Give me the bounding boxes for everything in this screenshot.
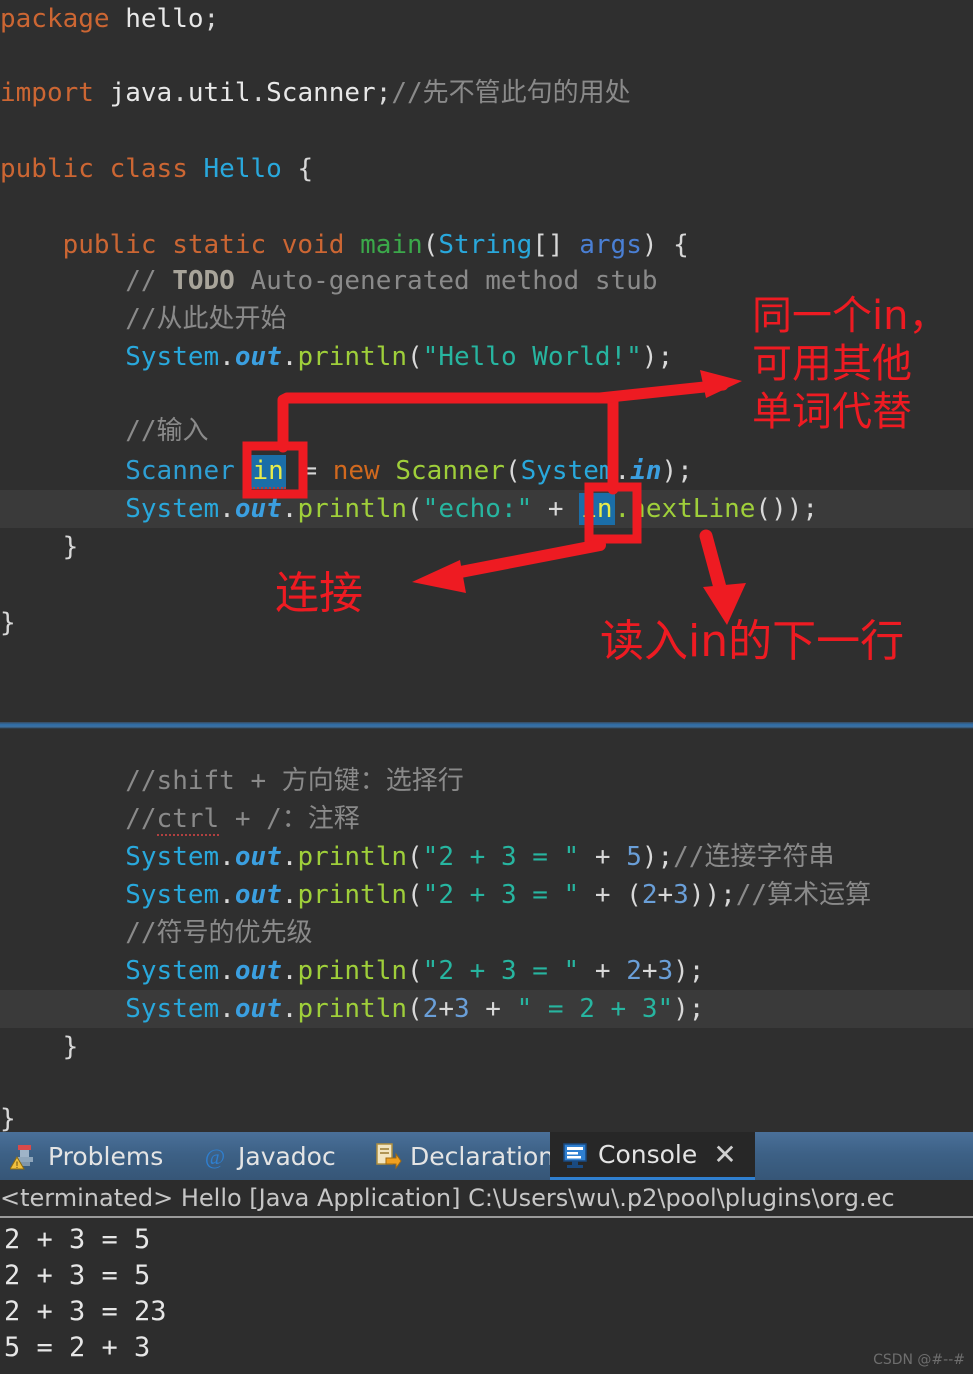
tab-console[interactable]: Console ✕ [550, 1132, 755, 1180]
code-line[interactable] [0, 1066, 973, 1104]
tab-declaration-label: Declaration [410, 1141, 555, 1171]
code-line[interactable]: Scanner in = new Scanner(System.in); [0, 452, 973, 490]
tab-javadoc[interactable]: @ Javadoc [200, 1132, 336, 1180]
code-line[interactable] [0, 376, 973, 414]
code-line[interactable]: //从此处开始 [0, 300, 973, 338]
code-line[interactable]: //ctrl + /：注释 [0, 800, 973, 838]
console-panel: ! Problems @ Javadoc Declaration Console… [0, 1132, 973, 1374]
code-line[interactable]: System.out.println("Hello World!"); [0, 338, 973, 376]
console-icon [560, 1140, 590, 1170]
tab-problems-label: Problems [48, 1141, 164, 1171]
console-process-header: <terminated> Hello [Java Application] C:… [0, 1180, 973, 1218]
console-output[interactable]: 2 + 3 = 5 2 + 3 = 5 2 + 3 = 23 5 = 2 + 3 [0, 1220, 973, 1374]
console-output-line: 2 + 3 = 5 [4, 1260, 151, 1291]
code-line[interactable]: //shift + 方向键：选择行 [0, 762, 973, 800]
code-line[interactable]: } [0, 528, 973, 566]
code-line[interactable] [0, 112, 973, 150]
view-tab-bar: ! Problems @ Javadoc Declaration Console… [0, 1132, 973, 1180]
code-line[interactable]: System.out.println(2+3 + " = 2 + 3"); [0, 990, 973, 1028]
code-line[interactable]: // TODO Auto-generated method stub [0, 262, 973, 300]
code-line[interactable]: package hello; [0, 0, 973, 38]
tab-declaration[interactable]: Declaration [372, 1132, 554, 1180]
code-line[interactable]: } [0, 1028, 973, 1066]
tab-javadoc-label: Javadoc [238, 1141, 336, 1171]
code-line[interactable] [0, 566, 973, 604]
code-line[interactable]: System.out.println("2 + 3 = " + 2+3); [0, 952, 973, 990]
code-line[interactable] [0, 188, 973, 226]
svg-text:@: @ [205, 1144, 225, 1169]
console-output-line: 2 + 3 = 5 [4, 1224, 151, 1255]
code-line[interactable]: import java.util.Scanner;//先不管此句的用处 [0, 74, 973, 112]
code-line[interactable]: } [0, 604, 973, 642]
editor-split-divider[interactable] [0, 722, 973, 729]
svg-text:!: ! [16, 1160, 19, 1170]
console-output-line: 2 + 3 = 23 [4, 1296, 167, 1327]
javadoc-icon: @ [200, 1141, 230, 1171]
console-output-line: 5 = 2 + 3 [4, 1332, 151, 1363]
code-line[interactable]: } [0, 1100, 973, 1132]
code-editor[interactable]: package hello; import java.util.Scanner;/… [0, 0, 973, 1132]
watermark-label: CSDN @#--# [873, 1352, 965, 1368]
tab-problems[interactable]: ! Problems [9, 1132, 164, 1180]
code-line[interactable]: System.out.println("2 + 3 = " + 5);//连接字… [0, 838, 973, 876]
code-line[interactable]: System.out.println("echo:" + in.nextLine… [0, 490, 973, 528]
code-line[interactable]: public class Hello { [0, 150, 973, 188]
code-line[interactable]: //符号的优先级 [0, 914, 973, 952]
declaration-icon [372, 1141, 402, 1171]
close-icon[interactable]: ✕ [713, 1138, 736, 1171]
code-line[interactable]: public static void main(String[] args) { [0, 226, 973, 264]
code-line[interactable]: System.out.println("2 + 3 = " + (2+3));/… [0, 876, 973, 914]
code-line[interactable]: //输入 [0, 412, 973, 450]
problems-icon: ! [9, 1141, 40, 1171]
tab-console-label: Console [598, 1140, 698, 1169]
code-line[interactable] [0, 38, 973, 76]
